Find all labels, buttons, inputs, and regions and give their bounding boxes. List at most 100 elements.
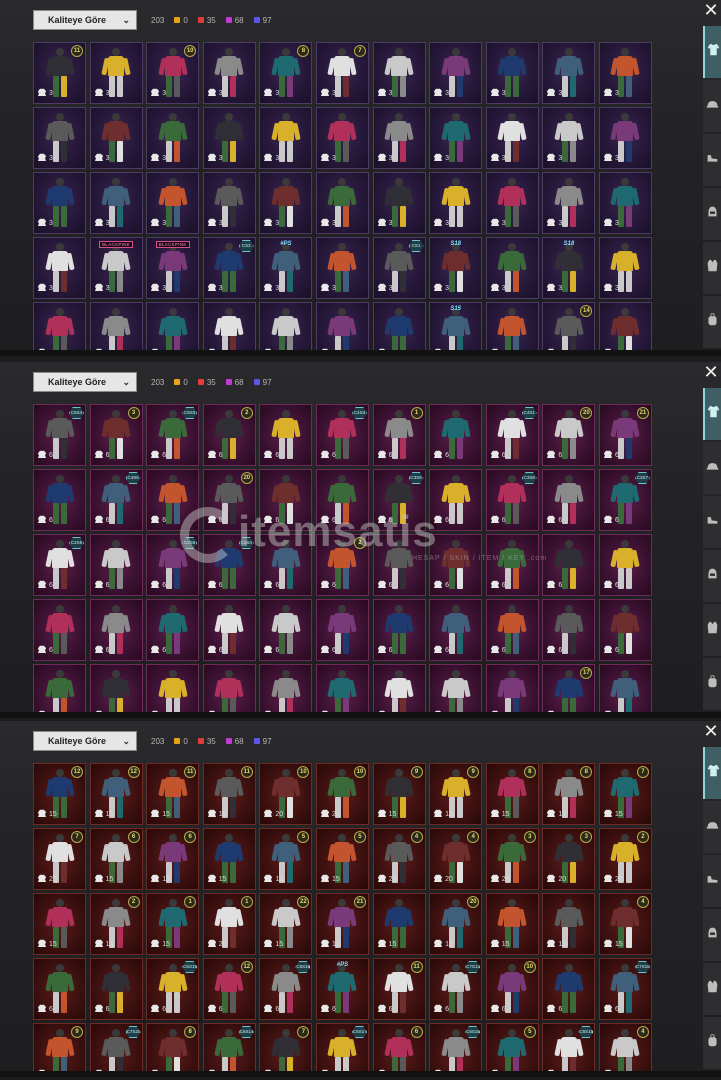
inventory-item[interactable]: 6 bbox=[542, 958, 596, 1020]
inventory-item[interactable]: 15 bbox=[542, 893, 596, 955]
inventory-item[interactable]: #PS 6 bbox=[315, 958, 369, 1020]
inventory-item[interactable]: 3 bbox=[89, 107, 143, 169]
inventory-item[interactable] bbox=[429, 664, 483, 718]
inventory-item[interactable] bbox=[202, 302, 256, 356]
inventory-item[interactable]: 16 bbox=[372, 404, 426, 466]
inventory-item[interactable]: 6 bbox=[33, 469, 86, 531]
inventory-item[interactable]: BLACKPINK 3 bbox=[146, 237, 200, 299]
inventory-item[interactable]: 6 bbox=[33, 958, 86, 1020]
inventory-item[interactable]: 3 bbox=[33, 172, 86, 234]
inventory-item[interactable]: 3 bbox=[259, 107, 313, 169]
inventory-item[interactable] bbox=[259, 302, 313, 356]
inventory-item[interactable]: 3 bbox=[429, 42, 483, 104]
category-tab[interactable] bbox=[703, 388, 721, 440]
inventory-item[interactable]: C2S5 6 bbox=[33, 534, 86, 596]
inventory-item[interactable]: C3S8 6 bbox=[485, 469, 539, 531]
inventory-item[interactable]: 3 bbox=[542, 42, 596, 104]
inventory-item[interactable]: 3 bbox=[33, 107, 86, 169]
inventory-item[interactable]: S15 bbox=[429, 302, 483, 356]
inventory-item[interactable]: 3 bbox=[202, 107, 256, 169]
inventory-item[interactable]: 5 15 bbox=[259, 828, 313, 890]
inventory-item[interactable]: 15 bbox=[372, 893, 426, 955]
category-tab[interactable] bbox=[703, 242, 721, 294]
inventory-item[interactable]: 3 bbox=[146, 172, 200, 234]
inventory-item[interactable]: 6 bbox=[429, 469, 483, 531]
close-icon[interactable]: ✕ bbox=[703, 363, 719, 381]
inventory-item[interactable]: 20 6 bbox=[542, 404, 596, 466]
inventory-item[interactable]: 3 bbox=[542, 107, 596, 169]
inventory-item[interactable]: C4S3 6 bbox=[315, 404, 369, 466]
inventory-item[interactable]: 3 bbox=[485, 237, 539, 299]
inventory-item[interactable]: 3 bbox=[598, 107, 652, 169]
category-tab[interactable] bbox=[703, 747, 721, 799]
category-tab[interactable] bbox=[703, 801, 721, 853]
inventory-item[interactable]: 3 20 bbox=[485, 828, 539, 890]
inventory-item[interactable]: 21 15 bbox=[315, 893, 369, 955]
inventory-item[interactable]: 17 bbox=[542, 664, 596, 718]
category-tab[interactable] bbox=[703, 550, 721, 602]
inventory-item[interactable]: C2S6 6 bbox=[146, 534, 200, 596]
inventory-item[interactable]: 6 bbox=[542, 534, 596, 596]
inventory-item[interactable]: 4 20 bbox=[429, 828, 483, 890]
inventory-item[interactable]: 6 bbox=[89, 599, 143, 661]
inventory-item[interactable]: S18 3 bbox=[542, 237, 596, 299]
inventory-item[interactable]: 3 bbox=[485, 172, 539, 234]
inventory-item[interactable]: 3 bbox=[372, 42, 426, 104]
inventory-item[interactable]: C6S17 bbox=[315, 1023, 369, 1077]
inventory-item[interactable]: 3 bbox=[485, 42, 539, 104]
inventory-item[interactable]: 3 bbox=[202, 172, 256, 234]
inventory-item[interactable]: 6 bbox=[146, 469, 200, 531]
inventory-item[interactable]: 26 bbox=[315, 534, 369, 596]
inventory-item[interactable]: 36 bbox=[89, 404, 143, 466]
inventory-item[interactable] bbox=[372, 664, 426, 718]
inventory-item[interactable]: C2S4 6 bbox=[202, 534, 256, 596]
inventory-item[interactable]: 15 bbox=[202, 828, 256, 890]
inventory-item[interactable]: 26 bbox=[202, 404, 256, 466]
inventory-item[interactable]: 3 bbox=[598, 172, 652, 234]
inventory-item[interactable]: 6 bbox=[372, 599, 426, 661]
inventory-item[interactable] bbox=[315, 302, 369, 356]
inventory-item[interactable]: 14 bbox=[542, 302, 596, 356]
inventory-item[interactable]: C3S9 6 bbox=[372, 469, 426, 531]
inventory-item[interactable]: 12 15 bbox=[33, 763, 86, 825]
inventory-item[interactable]: C6S15 bbox=[542, 1023, 596, 1077]
category-tab[interactable] bbox=[703, 604, 721, 656]
inventory-item[interactable]: 11 6 bbox=[372, 958, 426, 1020]
category-tab[interactable] bbox=[703, 909, 721, 961]
inventory-item[interactable]: 6 bbox=[89, 534, 143, 596]
category-tab[interactable] bbox=[703, 134, 721, 186]
category-tab[interactable] bbox=[703, 296, 721, 348]
inventory-item[interactable]: 6 bbox=[202, 599, 256, 661]
inventory-item[interactable]: C6S19 6 bbox=[146, 958, 200, 1020]
inventory-item[interactable]: C6S14 bbox=[202, 1023, 256, 1077]
inventory-item[interactable]: 12 6 bbox=[202, 958, 256, 1020]
inventory-item[interactable]: C4S1 6 bbox=[485, 404, 539, 466]
inventory-item[interactable]: 6 bbox=[485, 599, 539, 661]
inventory-item[interactable]: 6 bbox=[259, 469, 313, 531]
sort-dropdown[interactable]: Kaliteye Göre ⌄ bbox=[33, 10, 137, 30]
inventory-item[interactable]: 8 17 bbox=[542, 763, 596, 825]
inventory-item[interactable]: 3 bbox=[315, 107, 369, 169]
category-tab[interactable] bbox=[703, 496, 721, 548]
inventory-item[interactable]: 6 bbox=[372, 534, 426, 596]
inventory-item[interactable]: 3 bbox=[485, 107, 539, 169]
sort-dropdown[interactable]: Kaliteye Göre ⌄ bbox=[33, 372, 137, 392]
inventory-item[interactable]: 4 20 bbox=[372, 828, 426, 890]
inventory-item[interactable]: C3S7 6 bbox=[598, 469, 652, 531]
inventory-item[interactable]: 6 bbox=[33, 599, 86, 661]
inventory-item[interactable] bbox=[33, 664, 86, 718]
inventory-item[interactable]: 11 15 bbox=[146, 763, 200, 825]
inventory-item[interactable]: 3 bbox=[315, 237, 369, 299]
inventory-item[interactable]: 10 6 bbox=[485, 958, 539, 1020]
category-tab[interactable] bbox=[703, 855, 721, 907]
inventory-item[interactable]: C6S16 bbox=[429, 1023, 483, 1077]
inventory-item[interactable]: 5 bbox=[485, 1023, 539, 1077]
inventory-item[interactable]: 3 bbox=[315, 172, 369, 234]
inventory-item[interactable] bbox=[89, 302, 143, 356]
inventory-item[interactable]: 10 3 bbox=[146, 42, 200, 104]
inventory-item[interactable]: 3 bbox=[89, 172, 143, 234]
inventory-item[interactable]: 7 20 bbox=[33, 828, 86, 890]
category-tab[interactable] bbox=[703, 963, 721, 1015]
inventory-item[interactable]: #PS 3 bbox=[259, 237, 313, 299]
inventory-item[interactable]: 4 bbox=[598, 1023, 652, 1077]
